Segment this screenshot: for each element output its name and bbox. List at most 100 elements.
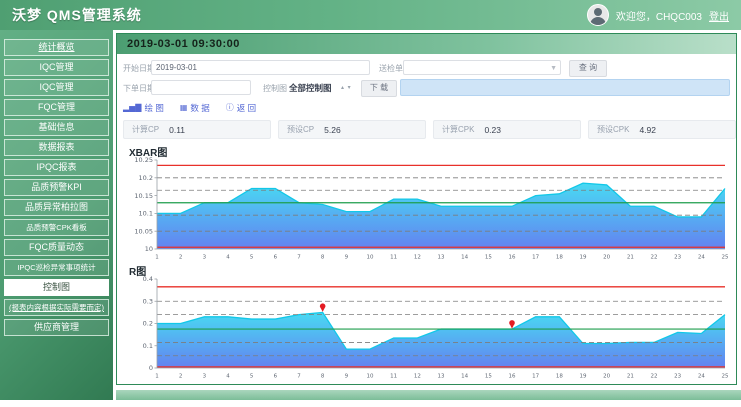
svg-text:4: 4: [226, 374, 230, 380]
svg-text:23: 23: [674, 255, 681, 261]
svg-text:20: 20: [603, 374, 610, 380]
svg-text:6: 6: [274, 255, 278, 261]
svg-text:6: 6: [274, 374, 278, 380]
svg-text:5: 5: [250, 374, 254, 380]
page: 沃梦 QMS管理系统 欢迎您，CHQC003 登出 统计概览 IQC管理 IQC管理…: [0, 0, 741, 407]
svg-text:10.15: 10.15: [134, 192, 153, 200]
sidebar-item-9[interactable]: 品质预警CPK看板: [4, 219, 109, 236]
logout-link[interactable]: 登出: [709, 8, 729, 23]
search-button[interactable]: 查 询: [569, 60, 607, 77]
user-avatar[interactable]: [587, 4, 609, 26]
sidebar-item-13[interactable]: (报表内容根据实际需要而定): [4, 299, 109, 316]
svg-text:21: 21: [627, 374, 634, 380]
svg-text:23: 23: [674, 374, 681, 380]
svg-text:18: 18: [556, 255, 563, 261]
xbar-chart: 1010.0510.110.1510.210.25123456789101112…: [125, 155, 731, 261]
app-header: 沃梦 QMS管理系统 欢迎您，CHQC003 登出: [0, 0, 741, 30]
doc-input[interactable]: ▼: [403, 60, 561, 75]
r-chart: 00.10.20.30.4123456789101112131415161718…: [125, 274, 731, 380]
svg-text:22: 22: [651, 255, 658, 261]
svg-text:10.25: 10.25: [134, 156, 153, 164]
svg-text:15: 15: [485, 374, 492, 380]
svg-text:10: 10: [367, 255, 374, 261]
sidebar-item-5[interactable]: 数据报表: [4, 139, 109, 156]
table-grid-icon: ▦: [180, 104, 188, 112]
start-date-input[interactable]: 2019-03-01: [151, 60, 370, 75]
svg-text:19: 19: [580, 374, 587, 380]
svg-text:8: 8: [321, 255, 325, 261]
outlier-point: [320, 303, 326, 312]
draw-button[interactable]: ▂▅▇ 绘 图: [123, 102, 164, 114]
back-button[interactable]: ⓘ 返 回: [226, 102, 256, 114]
svg-text:3: 3: [203, 374, 207, 380]
chart-type-select[interactable]: 全部控制图: [289, 82, 332, 94]
stat-value: 4.92: [639, 125, 656, 135]
svg-text:10.2: 10.2: [139, 174, 153, 182]
svg-text:11: 11: [390, 255, 397, 261]
svg-text:25: 25: [722, 255, 729, 261]
svg-text:11: 11: [390, 374, 397, 380]
svg-text:14: 14: [461, 255, 468, 261]
note-input[interactable]: [400, 79, 730, 96]
sidebar-item-2[interactable]: IQC管理: [4, 79, 109, 96]
sidebar-item-1[interactable]: IQC管理: [4, 59, 109, 76]
svg-text:12: 12: [414, 374, 421, 380]
stat-label: 预设CPK: [597, 124, 629, 135]
spinner-arrows-icon[interactable]: ▴ ▾: [341, 84, 352, 91]
sidebar-item-7[interactable]: 品质预警KPI: [4, 179, 109, 196]
download-button[interactable]: 下 载: [361, 80, 397, 97]
sidebar-item-12[interactable]: 控制图: [4, 279, 109, 296]
svg-text:0.2: 0.2: [143, 320, 153, 328]
svg-text:19: 19: [580, 255, 587, 261]
outlier-point: [509, 320, 515, 329]
stat-value: 5.26: [324, 125, 341, 135]
svg-text:3: 3: [203, 255, 207, 261]
order-date-input[interactable]: [151, 80, 251, 95]
start-date-value: 2019-03-01: [156, 63, 197, 72]
sidebar-item-8[interactable]: 品质异常柏拉图: [4, 199, 109, 216]
svg-text:24: 24: [698, 255, 705, 261]
bottom-band: [116, 390, 741, 400]
sidebar-menu: 统计概览 IQC管理 IQC管理 FQC管理基础信息数据报表 IPQC报表品质预警KPI…: [0, 30, 113, 400]
svg-text:9: 9: [345, 255, 349, 261]
svg-text:2: 2: [179, 255, 183, 261]
stat-value: 0.11: [169, 125, 185, 135]
stat-box-1: 预设CP5.26: [278, 120, 426, 139]
svg-text:16: 16: [509, 374, 516, 380]
svg-text:12: 12: [414, 255, 421, 261]
stat-box-2: 计算CPK0.23: [433, 120, 581, 139]
app-title: 沃梦 QMS管理系统: [12, 5, 142, 25]
svg-text:24: 24: [698, 374, 705, 380]
sidebar-item-11[interactable]: IPQC巡检异常事项统计: [4, 259, 109, 276]
svg-text:10.1: 10.1: [139, 210, 153, 218]
svg-text:1: 1: [155, 374, 159, 380]
svg-text:8: 8: [321, 374, 325, 380]
doc-label: 送检单: [379, 63, 403, 74]
svg-text:1: 1: [155, 255, 159, 261]
svg-text:7: 7: [297, 255, 301, 261]
bar-chart-icon: ▂▅▇: [123, 104, 141, 112]
svg-text:7: 7: [297, 374, 301, 380]
svg-text:13: 13: [438, 374, 445, 380]
chart-type-label: 控制图: [263, 83, 287, 94]
data-button[interactable]: ▦ 数 据: [180, 102, 210, 114]
svg-text:0: 0: [149, 364, 153, 372]
svg-text:9: 9: [345, 374, 349, 380]
svg-text:17: 17: [532, 255, 539, 261]
sidebar-item-10[interactable]: FQC质量动态: [4, 239, 109, 256]
sidebar-item-14[interactable]: 供应商管理: [4, 319, 109, 336]
svg-text:13: 13: [438, 255, 445, 261]
svg-text:0.4: 0.4: [143, 275, 153, 283]
back-label: 返 回: [237, 102, 256, 114]
svg-text:4: 4: [226, 255, 230, 261]
svg-text:21: 21: [627, 255, 634, 261]
svg-text:18: 18: [556, 374, 563, 380]
svg-text:0.1: 0.1: [143, 342, 153, 350]
sidebar-item-4[interactable]: 基础信息: [4, 119, 109, 136]
info-icon: ⓘ: [226, 104, 234, 112]
sidebar-item-3[interactable]: FQC管理: [4, 99, 109, 116]
sidebar-item-6[interactable]: IPQC报表: [4, 159, 109, 176]
sidebar-item-0[interactable]: 统计概览: [4, 39, 109, 56]
svg-text:15: 15: [485, 255, 492, 261]
chevron-down-icon[interactable]: ▼: [550, 62, 557, 75]
